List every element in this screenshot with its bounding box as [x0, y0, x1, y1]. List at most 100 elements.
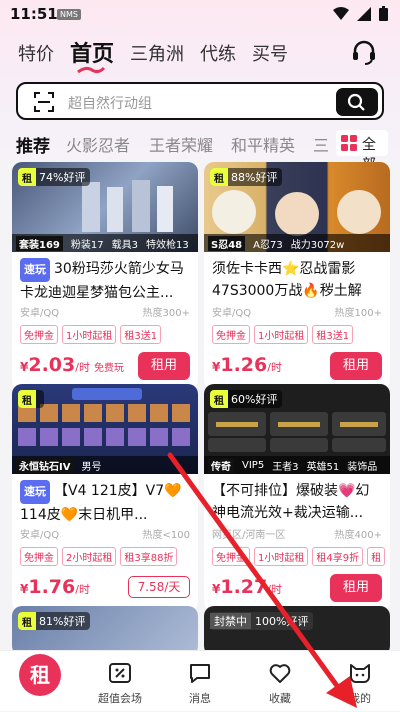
account-tag: 载具3: [111, 239, 138, 251]
rent-button[interactable]: 租用: [138, 352, 190, 380]
tab-deals[interactable]: 超值会场: [80, 651, 160, 712]
category-all-button[interactable]: 全部: [336, 130, 388, 173]
feature-chip: 租: [367, 547, 386, 566]
listing-thumbnail: 封禁中 100%好评: [204, 606, 390, 656]
price: ¥1.76/时: [20, 576, 90, 598]
feature-chip: 租3送1: [120, 325, 162, 344]
account-tag: 传奇: [208, 457, 234, 473]
heat-text: 热度100+: [334, 308, 382, 319]
rating-badge: 租 88%好评: [210, 168, 283, 186]
heart-icon: [269, 664, 291, 683]
feature-chip: 租3送1: [312, 325, 354, 344]
tab-profile[interactable]: 我的: [320, 651, 400, 712]
feature-chip: 1小时起租: [62, 325, 117, 344]
account-tag: 战力3072w: [290, 239, 345, 251]
message-icon: [190, 664, 210, 683]
rent-button[interactable]: 租用: [330, 352, 382, 380]
platform-text: 安卓/QQ: [20, 308, 60, 319]
listing-card[interactable]: 租 60%好评 传奇 VIP5 王者3 英雄51 装饰品 【不可排位】爆破装💗幻神…: [204, 384, 390, 612]
rating-badge: 租 81%好评: [18, 612, 91, 630]
feature-chip: 租4享9折: [312, 547, 364, 566]
tab-deals-label: 超值会场: [98, 692, 142, 705]
listing-thumbnail: 租 81%好评: [12, 606, 198, 656]
tab-favorites[interactable]: 收藏: [240, 651, 320, 712]
feature-chip: 免押金: [212, 547, 250, 566]
listing-title: 速玩 30粉玛莎火箭少女马卡龙迪迦星梦猫包公主...: [20, 258, 190, 302]
account-tag: 粉装17: [70, 239, 104, 251]
status-bar: 11:51 NMS: [0, 0, 400, 30]
feature-chip: 2小时起租: [62, 547, 117, 566]
category-peace-elite[interactable]: 和平精英: [231, 132, 295, 156]
listing-thumbnail: 租 60%好评 传奇 VIP5 王者3 英雄51 装饰品: [204, 384, 390, 474]
battery-icon: [379, 6, 388, 21]
tab-boost[interactable]: 代练: [200, 40, 236, 66]
rent-logo-badge: 租: [18, 390, 44, 408]
search-button[interactable]: [336, 88, 378, 116]
heat-text: 热度<100: [142, 530, 190, 541]
listing-thumbnail: 租 88%好评 S忍48 A忍73 战力3072w: [204, 162, 390, 252]
category-naruto[interactable]: 火影忍者: [66, 132, 130, 156]
listing-card[interactable]: 租 88%好评 S忍48 A忍73 战力3072w 须佐卡卡西⭐忍战雷影47S30…: [204, 162, 390, 390]
headset-icon[interactable]: [350, 38, 378, 66]
account-tag: VIP5: [242, 459, 265, 471]
heat-text: 热度400+: [334, 530, 382, 541]
tab-home[interactable]: 首页: [70, 36, 114, 68]
feature-chip: 1小时起租: [254, 547, 309, 566]
cat-face-icon: [350, 664, 370, 683]
tab-messages[interactable]: 消息: [160, 651, 240, 712]
account-tag: 装饰品: [347, 461, 378, 473]
ticket-icon: [109, 663, 131, 683]
category-honor-of-kings[interactable]: 王者荣耀: [149, 132, 213, 156]
tab-home-logo[interactable]: 租: [0, 651, 80, 712]
platform-text: 网页区/河南一区: [212, 530, 286, 541]
listing-card[interactable]: 租 81%好评: [12, 606, 198, 656]
active-tab-indicator: [77, 66, 106, 74]
rating-text: 74%好评: [39, 171, 86, 184]
listing-thumbnail: 租 永恒钻石IV 男号: [12, 384, 198, 474]
heat-text: 热度300+: [142, 308, 190, 319]
listing-title: 须佐卡卡西⭐忍战雷影47S3000万战🔥秽土解斑...: [212, 261, 362, 299]
search-input[interactable]: 超自然行动组: [68, 93, 152, 113]
listing-card[interactable]: 租 74%好评 套装169 粉装17 载具3 特效枪13 速玩 30粉玛莎火箭少女马…: [12, 162, 198, 390]
account-tags: S忍48 A忍73 战力3072w: [204, 234, 390, 252]
rating-text: 60%好评: [231, 393, 278, 406]
feature-chip: 1小时起租: [254, 325, 309, 344]
blocked-badge: 封禁中 100%好评: [210, 612, 314, 630]
tab-special[interactable]: 特价: [18, 40, 54, 66]
account-tags: 传奇 VIP5 王者3 英雄51 装饰品: [204, 456, 390, 474]
rating-text: 100%好评: [255, 615, 309, 628]
platform-text: 安卓/QQ: [212, 308, 252, 319]
account-tag: 男号: [81, 461, 102, 473]
signal-icon: [357, 6, 371, 21]
category-recommend[interactable]: 推荐: [16, 132, 50, 157]
bottom-tab-bar: 租 超值会场 消息 收藏 我的: [0, 650, 400, 711]
search-bar[interactable]: 超自然行动组: [16, 82, 384, 120]
listing-thumbnail: 租 74%好评 套装169 粉装17 载具3 特效枪13: [12, 162, 198, 252]
listing-card[interactable]: 租 永恒钻石IV 男号 速玩 【V4 121皮】V7🧡114皮🧡末日机甲... 安…: [12, 384, 198, 612]
scan-icon[interactable]: [34, 92, 54, 112]
free-play-text: 免费玩: [93, 363, 124, 374]
listing-title: 速玩 【V4 121皮】V7🧡114皮🧡末日机甲...: [20, 480, 190, 524]
account-tag: 套装169: [16, 235, 63, 251]
category-tabs: 推荐 火影忍者 王者荣耀 和平精英 三 全部: [0, 128, 400, 173]
category-more[interactable]: 三: [313, 132, 329, 156]
price: ¥1.27/时: [212, 576, 282, 598]
tab-profile-label: 我的: [349, 692, 371, 705]
feature-chip: 免押金: [20, 547, 58, 566]
grid-icon: [341, 135, 357, 151]
daily-price-button[interactable]: 7.58/天: [128, 576, 190, 598]
rating-badge: 租 74%好评: [18, 168, 91, 186]
listing-title: 【不可排位】爆破装💗幻神电流光效+裁决运输...: [212, 483, 370, 521]
account-tag: 英雄51: [306, 461, 340, 473]
feature-chip: 免押金: [20, 325, 58, 344]
nms-icon: NMS: [57, 9, 81, 20]
listing-card[interactable]: 封禁中 100%好评: [204, 606, 390, 656]
tab-delta[interactable]: 三角洲: [130, 40, 184, 66]
app-logo-icon: 租: [19, 654, 61, 696]
status-time: 11:51: [10, 5, 58, 23]
rent-button[interactable]: 租用: [330, 574, 382, 602]
account-tags: 套装169 粉装17 载具3 特效枪13: [12, 234, 198, 252]
rating-text: 88%好评: [231, 171, 278, 184]
tab-buy[interactable]: 买号: [252, 40, 288, 66]
search-icon: [347, 93, 365, 111]
